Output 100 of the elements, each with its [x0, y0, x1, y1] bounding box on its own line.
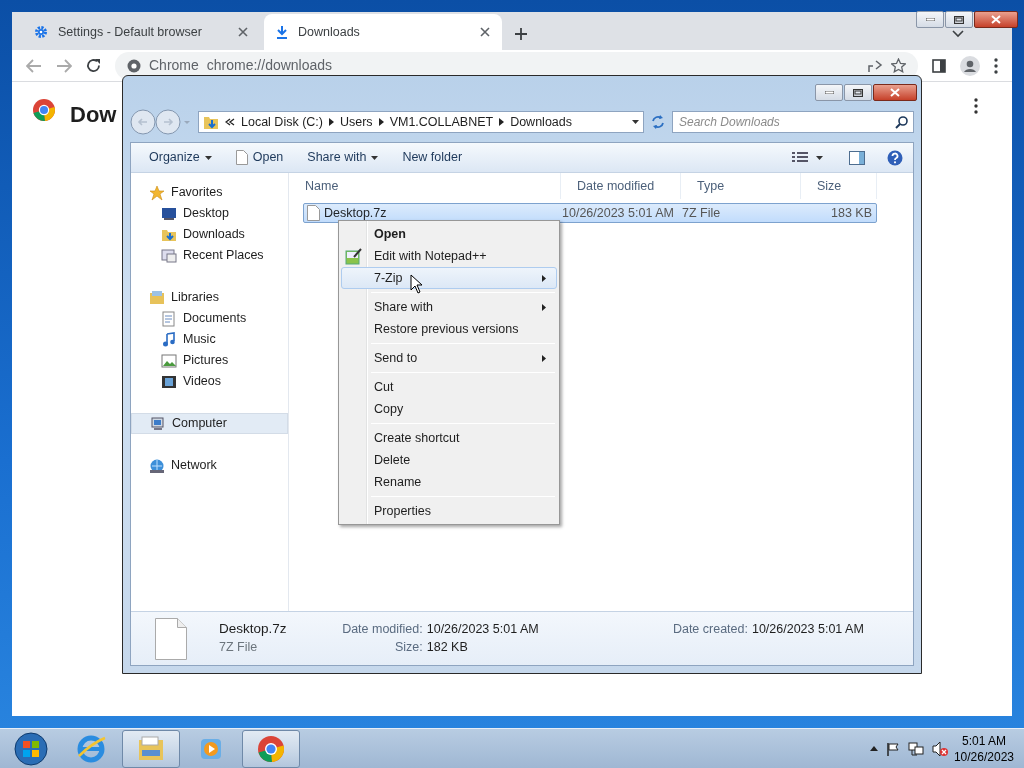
- gear-icon: [34, 25, 48, 39]
- close-icon: [480, 27, 490, 38]
- maximize-button[interactable]: [945, 11, 973, 28]
- arrow-right-icon[interactable]: [378, 118, 384, 126]
- menu-item[interactable]: Delete: [341, 449, 557, 471]
- breadcrumb-link[interactable]: Downloads: [510, 112, 572, 132]
- breadcrumb-link[interactable]: Users: [339, 112, 373, 132]
- nav-item[interactable]: Recent Places: [131, 245, 288, 266]
- clock[interactable]: 5:01 AM 10/26/2023: [947, 732, 1024, 765]
- breadcrumb-link[interactable]: VM1.COLLABNET: [389, 112, 494, 132]
- browser-tab[interactable]: Downloads: [264, 14, 502, 50]
- site-label: Chrome: [149, 56, 199, 75]
- menu-item[interactable]: Cut: [341, 376, 557, 398]
- reload-icon[interactable]: [86, 58, 101, 73]
- star-icon: [149, 184, 165, 201]
- taskbar-app[interactable]: [122, 729, 180, 768]
- nav-item[interactable]: Desktop: [131, 203, 288, 224]
- monitor-icon: [161, 205, 177, 222]
- breadcrumb-link[interactable]: Local Disk (C:): [241, 112, 323, 132]
- nav-item[interactable]: Music: [131, 329, 288, 350]
- film-icon: [161, 373, 177, 390]
- column-header[interactable]: Name: [289, 173, 561, 199]
- document-icon: [161, 310, 177, 327]
- network-icon[interactable]: [907, 740, 924, 757]
- column-header[interactable]: Date modified: [561, 173, 681, 199]
- profile-icon[interactable]: [960, 55, 980, 76]
- file-size: 183 KB: [831, 205, 872, 220]
- overflow-icon[interactable]: [225, 118, 235, 126]
- menu-item[interactable]: Restore previous versions: [341, 318, 557, 340]
- globe-e-icon: [76, 733, 106, 764]
- taskbar-app[interactable]: [242, 729, 300, 768]
- download-icon: [276, 25, 288, 39]
- file-cell: 10/26/2023 5:01 AM: [562, 205, 674, 220]
- nav-item[interactable]: Favorites: [131, 182, 288, 203]
- minimize-icon: [824, 91, 834, 94]
- nav-item[interactable]: Documents: [131, 308, 288, 329]
- close-icon: [238, 27, 248, 38]
- help-icon[interactable]: [887, 149, 903, 166]
- menu-item[interactable]: Create shortcut: [341, 427, 557, 449]
- nav-item[interactable]: Downloads: [131, 224, 288, 245]
- search-icon[interactable]: [895, 116, 908, 129]
- view-list-icon[interactable]: [792, 151, 808, 164]
- toolbar-button[interactable]: New folder: [394, 146, 471, 169]
- nav-item[interactable]: Pictures: [131, 350, 288, 371]
- menu-item[interactable]: Rename: [341, 471, 557, 493]
- toolbar-button[interactable]: Open: [227, 146, 292, 169]
- file-icon: [235, 150, 248, 165]
- toolbar-button[interactable]: Share with: [299, 146, 387, 169]
- minimize-icon: [925, 18, 935, 21]
- menu-item[interactable]: Copy: [341, 398, 557, 420]
- network-icon: [149, 457, 165, 474]
- file-name: Desktop.7z: [324, 204, 387, 222]
- maximize-icon: [853, 88, 863, 97]
- nav-item[interactable]: Libraries: [131, 287, 288, 308]
- speaker-muted-icon[interactable]: [931, 740, 948, 757]
- file-cell: 7Z File: [682, 205, 721, 220]
- file-icon: [155, 617, 187, 660]
- nav-item[interactable]: Videos: [131, 371, 288, 392]
- column-header[interactable]: Type: [681, 173, 801, 199]
- menu-item[interactable]: Properties: [341, 500, 557, 522]
- menu-item[interactable]: 7-Zip: [341, 267, 557, 289]
- browser-tab[interactable]: Settings - Default browser: [22, 14, 260, 50]
- flag-icon[interactable]: [885, 741, 900, 756]
- share-icon[interactable]: [867, 58, 883, 73]
- folder-icon: [203, 114, 219, 130]
- toolbar-button[interactable]: Organize: [141, 146, 220, 169]
- details-value: 10/26/2023 5:01 AM: [426, 621, 540, 639]
- refresh-icon[interactable]: [650, 114, 666, 130]
- nav-item[interactable]: Network: [131, 455, 288, 476]
- plus-icon: [514, 26, 528, 41]
- star-outline-icon[interactable]: [891, 58, 906, 73]
- chevron-up-icon[interactable]: [869, 746, 878, 751]
- menu-item[interactable]: Open: [341, 223, 557, 245]
- more-icon[interactable]: [974, 98, 978, 114]
- column-header[interactable]: Size: [801, 173, 877, 199]
- url-text: chrome://downloads: [206, 56, 333, 75]
- close-button[interactable]: [974, 11, 1018, 28]
- menu-item[interactable]: Send to: [341, 347, 557, 369]
- file-icon: [307, 205, 320, 221]
- arrow-right-icon: [542, 303, 546, 311]
- close-button[interactable]: [873, 84, 917, 101]
- arrow-right-icon[interactable]: [328, 118, 334, 126]
- caret-icon[interactable]: [816, 155, 823, 160]
- notepad-icon: [345, 248, 363, 265]
- file-row[interactable]: Desktop.7z 10/26/2023 5:01 AM 7Z File 183 KB: [303, 203, 877, 223]
- menu-item[interactable]: Share with: [341, 296, 557, 318]
- close-icon: [991, 15, 1001, 24]
- chevron-down-icon: [952, 29, 964, 38]
- side-panel-icon[interactable]: [932, 58, 946, 73]
- library-icon: [149, 289, 165, 306]
- maximize-icon: [954, 15, 964, 24]
- maximize-button[interactable]: [844, 84, 872, 101]
- caret-icon[interactable]: [632, 120, 639, 124]
- nav-item[interactable]: Computer: [131, 413, 288, 434]
- arrow-right-icon[interactable]: [499, 118, 505, 126]
- search-field[interactable]: Search Downloads: [672, 111, 914, 133]
- preview-pane-icon[interactable]: [849, 150, 865, 165]
- more-icon[interactable]: [994, 57, 998, 74]
- address-bar[interactable]: Local Disk (C:) Users VM1.COLLABNET Downloads: [198, 111, 644, 133]
- menu-item[interactable]: Edit with Notepad++: [341, 245, 557, 267]
